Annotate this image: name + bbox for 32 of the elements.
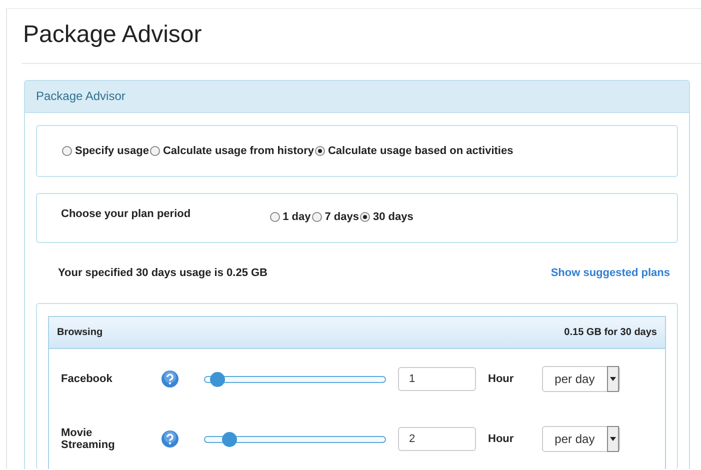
radio-button[interactable] bbox=[360, 212, 370, 222]
radio-label[interactable]: 1 day bbox=[282, 211, 311, 223]
radio-button[interactable] bbox=[150, 146, 160, 156]
caret-icon[interactable] bbox=[606, 426, 619, 452]
radio-button[interactable] bbox=[62, 146, 72, 156]
radio-button[interactable] bbox=[312, 212, 322, 222]
suggested-plans-link[interactable]: Show suggested plans bbox=[550, 267, 670, 279]
radio-button[interactable] bbox=[270, 212, 280, 222]
unit-label: Hour bbox=[488, 433, 514, 445]
radio-label[interactable]: Specify usage bbox=[75, 145, 149, 157]
radio-label[interactable]: Calculate usage from history bbox=[162, 145, 314, 157]
radio-label[interactable]: 30 days bbox=[372, 211, 414, 223]
radio-label[interactable]: 7 days bbox=[324, 211, 359, 223]
help-icon[interactable] bbox=[161, 430, 179, 448]
slider-thumb[interactable] bbox=[222, 432, 238, 446]
panel-header: Package Advisor bbox=[25, 81, 689, 113]
category-total: 0.15 GB for 30 days bbox=[564, 327, 657, 338]
hours-input[interactable]: 2 bbox=[398, 427, 476, 451]
caret-icon[interactable] bbox=[606, 366, 619, 392]
hours-input[interactable]: 1 bbox=[398, 367, 476, 391]
slider-thumb[interactable] bbox=[210, 372, 225, 386]
unit-label: Hour bbox=[488, 373, 514, 385]
radio-button[interactable] bbox=[314, 146, 325, 156]
usage-text: Your specified 30 days usage is 0.25 GB bbox=[58, 267, 268, 279]
frequency-dropdown[interactable]: per day bbox=[542, 426, 620, 452]
help-icon[interactable] bbox=[161, 370, 179, 388]
frequency-dropdown[interactable]: per day bbox=[542, 366, 620, 392]
category-title: Browsing bbox=[57, 327, 103, 338]
page-title: Package Advisor bbox=[22, 20, 203, 50]
activity-name: Facebook bbox=[61, 373, 111, 385]
period-label: Choose your plan period bbox=[61, 208, 191, 220]
radio-label[interactable]: Calculate usage based on activities bbox=[328, 145, 514, 157]
